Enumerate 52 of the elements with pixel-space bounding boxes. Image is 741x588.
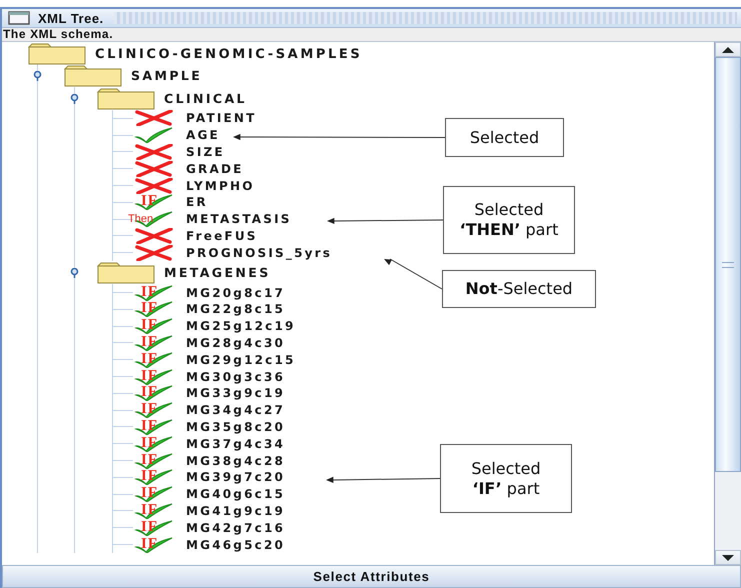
folder-label[interactable]: METAGENES [164, 265, 271, 280]
attribute-label[interactable]: AGE [186, 128, 220, 142]
attribute-label[interactable]: PATIENT [186, 111, 257, 126]
scrollbar-thumb[interactable] [715, 57, 741, 472]
expanded-handle-icon[interactable] [32, 70, 43, 80]
attribute-label[interactable]: SIZE [186, 144, 225, 159]
attribute-label[interactable]: MG35g8c20 [186, 420, 286, 434]
scrollbar-track[interactable] [715, 42, 741, 565]
attribute-label[interactable]: ER [186, 195, 208, 210]
attribute-label[interactable]: MG42g7c16 [186, 520, 286, 535]
attribute-label[interactable]: MG41g9c19 [186, 504, 286, 518]
folder-icon [97, 262, 155, 284]
attribute-label[interactable]: MG28g4c30 [186, 336, 286, 350]
header-label: The XML schema. [2, 28, 741, 42]
scroll-down-button[interactable] [715, 550, 741, 565]
attribute-label[interactable]: PROGNOSIS_5yrs [186, 246, 332, 260]
attribute-label[interactable]: MG30g3c36 [186, 370, 286, 384]
folder-label[interactable]: SAMPLE [131, 68, 202, 83]
attribute-label[interactable]: LYMPHO [186, 178, 255, 193]
attribute-label[interactable]: MG25g12c19 [186, 319, 296, 334]
callout: Selected [445, 118, 564, 157]
folder-icon [97, 88, 155, 110]
callout: Selected ‘THEN’ part [443, 186, 575, 254]
pointer-arrow [384, 258, 442, 290]
window-title: XML Tree. [38, 10, 104, 26]
expanded-handle-icon[interactable] [69, 94, 80, 104]
attribute-label[interactable]: METASTASIS [186, 212, 292, 226]
folder-icon [64, 64, 122, 86]
folder-label[interactable]: CLINICO-GENOMIC-SAMPLES [95, 46, 362, 62]
window-icon [8, 11, 30, 25]
down-arrow-icon [722, 554, 734, 560]
folder-label[interactable]: CLINICAL [164, 91, 247, 106]
attribute-label[interactable]: MG40g6c15 [186, 487, 286, 502]
attribute-label[interactable]: GRADE [186, 162, 244, 176]
attribute-label[interactable]: MG33g9c19 [186, 386, 286, 400]
attribute-label[interactable]: MG37g4c34 [186, 436, 286, 451]
folder-icon [28, 43, 86, 65]
up-arrow-icon [722, 46, 734, 52]
scroll-up-button[interactable] [715, 42, 741, 57]
attribute-label[interactable]: MG39g7c20 [186, 470, 286, 484]
attribute-label[interactable]: MG38g4c28 [186, 454, 286, 468]
expanded-handle-icon[interactable] [69, 268, 80, 278]
attribute-label[interactable]: MG22g8c15 [186, 302, 286, 316]
select-attributes-button[interactable]: Select Attributes [2, 565, 741, 588]
attribute-label[interactable]: MG46g5c20 [186, 538, 286, 552]
then-tag: Then [128, 214, 154, 226]
attribute-label[interactable]: MG34g4c27 [186, 403, 286, 418]
callout: Not-Selected [442, 270, 596, 308]
attribute-label[interactable]: FreeFUS [186, 228, 258, 243]
attribute-label[interactable]: MG29g12c15 [186, 352, 296, 367]
callout: Selected ‘IF’ part [440, 444, 572, 513]
attribute-label[interactable]: MG20g8c17 [186, 286, 286, 300]
